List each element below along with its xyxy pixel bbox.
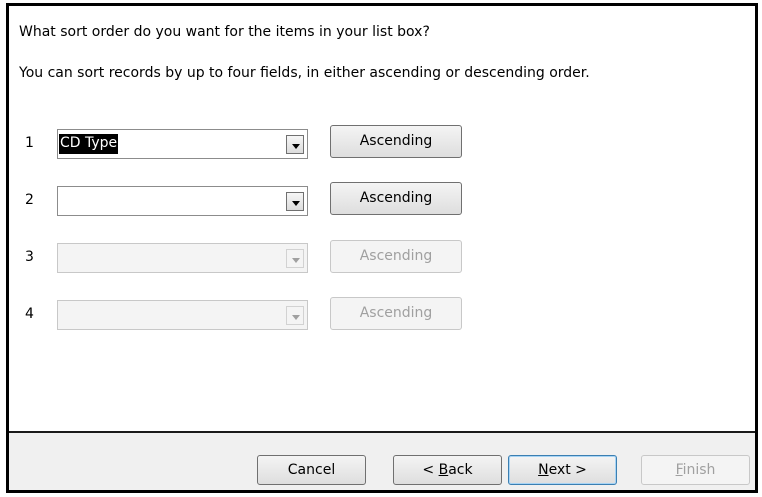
sort-row-4-number: 4	[25, 306, 34, 322]
finish-button-accelerator: F	[675, 462, 683, 478]
button-separator	[9, 431, 755, 433]
sort-order-1-button[interactable]: Ascending	[330, 125, 462, 158]
sort-row-1-number: 1	[25, 135, 34, 151]
next-button-accelerator: N	[538, 462, 549, 478]
sort-field-3-combo	[57, 243, 308, 273]
wizard-content: What sort order do you want for the item…	[9, 6, 755, 431]
sort-order-4-button: Ascending	[330, 297, 462, 330]
sort-field-1-value[interactable]: CD Type	[59, 134, 119, 154]
back-button-prefix: <	[422, 462, 439, 478]
cancel-button[interactable]: Cancel	[257, 455, 366, 485]
back-button[interactable]: < Back	[393, 455, 502, 485]
sort-row-2-number: 2	[25, 192, 34, 208]
next-button[interactable]: Next >	[508, 455, 617, 485]
sort-order-3-button: Ascending	[330, 240, 462, 273]
sort-order-wizard: What sort order do you want for the item…	[6, 3, 758, 493]
sort-order-2-button[interactable]: Ascending	[330, 182, 462, 215]
sort-field-2-value[interactable]	[59, 191, 61, 211]
wizard-instructions: You can sort records by up to four field…	[19, 65, 590, 81]
sort-row-3-number: 3	[25, 249, 34, 265]
chevron-down-icon	[286, 249, 304, 268]
back-button-label: ack	[448, 462, 473, 478]
sort-field-4-value	[59, 305, 61, 325]
sort-field-1-combo[interactable]: CD Type	[57, 129, 308, 159]
finish-button-label: inish	[682, 462, 716, 478]
sort-field-3-value	[59, 248, 61, 268]
sort-field-2-combo[interactable]	[57, 186, 308, 216]
chevron-down-icon	[286, 306, 304, 325]
wizard-question: What sort order do you want for the item…	[19, 24, 430, 40]
sort-field-4-combo	[57, 300, 308, 330]
finish-button: Finish	[641, 455, 750, 485]
chevron-down-icon[interactable]	[286, 192, 304, 211]
next-button-label: ext >	[548, 462, 587, 478]
back-button-accelerator: B	[438, 462, 449, 478]
chevron-down-icon[interactable]	[286, 135, 304, 154]
